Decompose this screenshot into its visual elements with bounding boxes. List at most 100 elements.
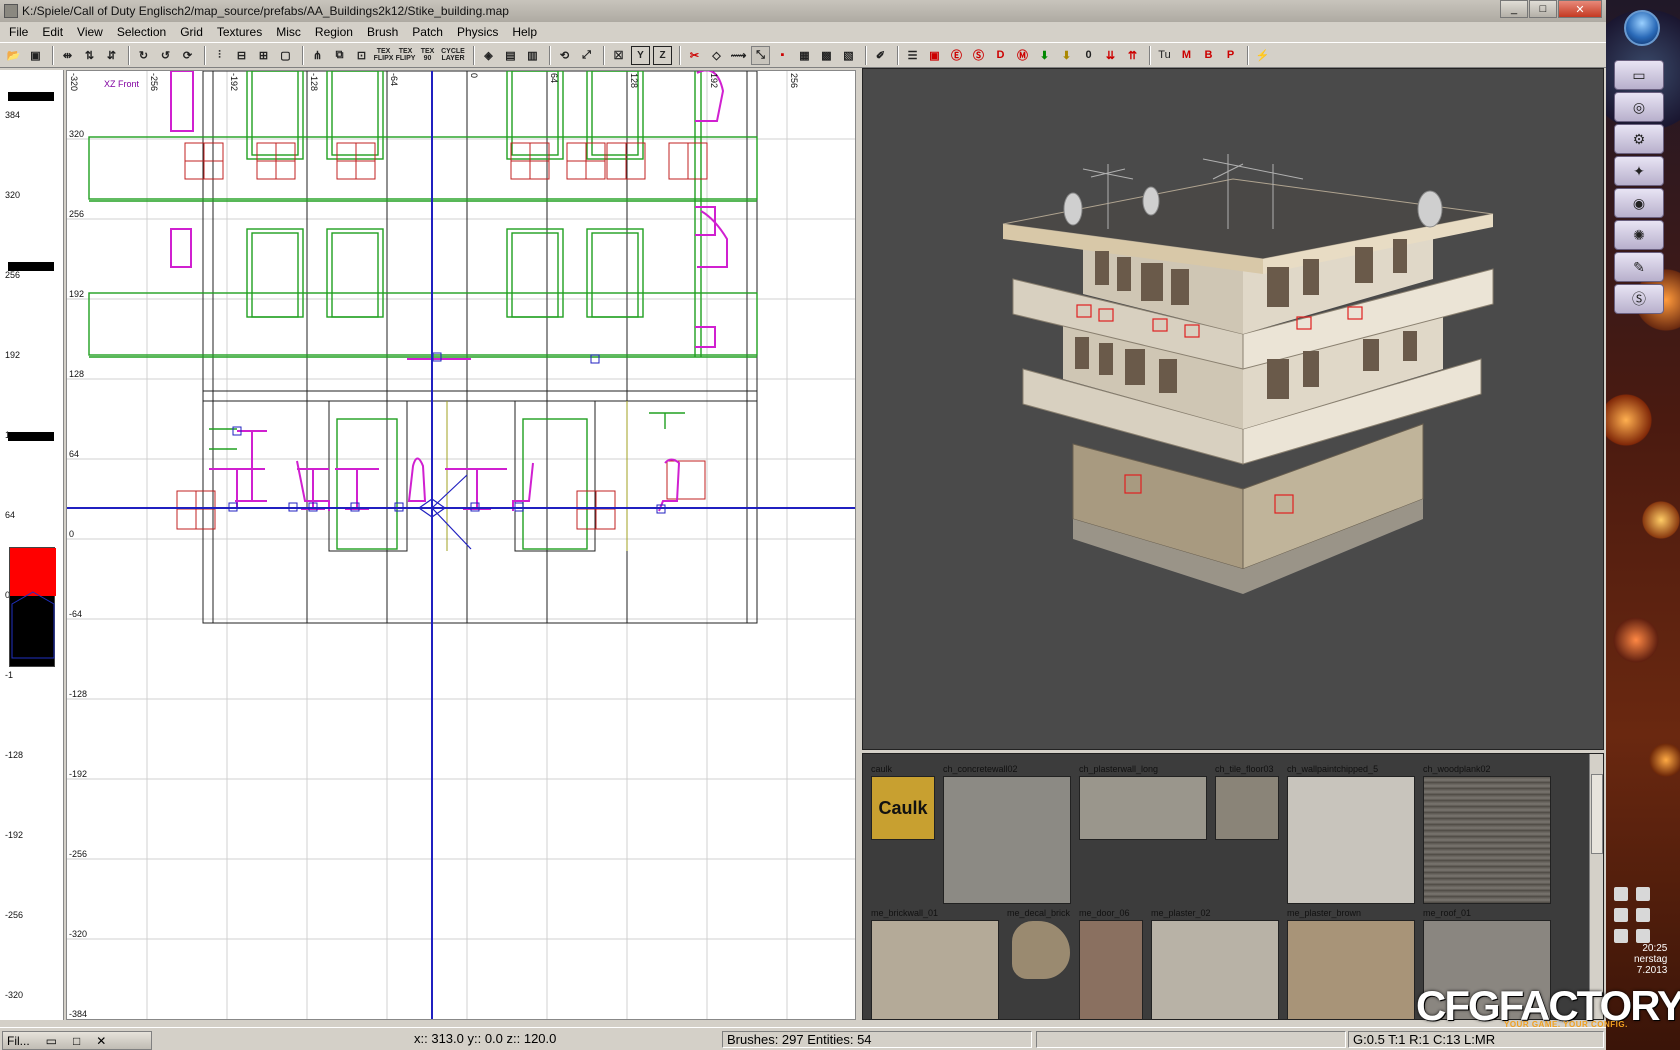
pinned-app-icon[interactable]: ▭ bbox=[1614, 60, 1664, 90]
tray-arrow-icon[interactable] bbox=[1614, 887, 1628, 901]
cube-clip-icon[interactable]: ⟲ bbox=[555, 46, 574, 65]
menu-patch[interactable]: Patch bbox=[412, 25, 443, 39]
arrow-down-gold-icon[interactable]: ⬇ bbox=[1057, 46, 1076, 65]
view-entity-icon[interactable]: ▤ bbox=[501, 46, 520, 65]
tray-shield-icon[interactable] bbox=[1614, 908, 1628, 922]
arrows-icon[interactable]: ⇊ bbox=[1101, 46, 1120, 65]
tray-volume-icon[interactable] bbox=[1636, 929, 1650, 943]
clock[interactable]: 20:25 nerstag 7.2013 bbox=[1634, 943, 1667, 976]
texture-browser[interactable]: caulk Caulk ch_concretewall02 ch_plaster… bbox=[862, 753, 1604, 1020]
z-marker bbox=[8, 92, 54, 101]
tu-button[interactable]: Tu bbox=[1155, 46, 1174, 65]
patch-icon[interactable]: ◇ bbox=[707, 46, 726, 65]
entity-list-icon[interactable]: ☰ bbox=[903, 46, 922, 65]
menu-selection[interactable]: Selection bbox=[117, 25, 166, 39]
filter-d-button[interactable]: D bbox=[991, 46, 1010, 65]
tray-display-icon[interactable] bbox=[1614, 929, 1628, 943]
grid-snap-icon[interactable]: ▧ bbox=[839, 46, 858, 65]
building-render[interactable] bbox=[863, 69, 1605, 751]
hollow-icon[interactable]: ▢ bbox=[276, 46, 295, 65]
xz-view-canvas[interactable]: -320 -256 -192 -128 -64 0 64 128 192 256… bbox=[67, 71, 856, 1020]
zero-button[interactable]: 0 bbox=[1079, 46, 1098, 65]
tray-network-icon[interactable] bbox=[1636, 887, 1650, 901]
xz-front-view[interactable]: -320 -256 -192 -128 -64 0 64 128 192 256… bbox=[66, 70, 856, 1020]
menu-misc[interactable]: Misc bbox=[276, 25, 301, 39]
filter-a-icon[interactable]: ▣ bbox=[925, 46, 944, 65]
drop-entity-icon[interactable]: ✂ bbox=[685, 46, 704, 65]
filter-e-icon[interactable]: Ⓔ bbox=[947, 46, 966, 65]
chrome-icon[interactable]: ◎ bbox=[1614, 92, 1664, 122]
menu-region[interactable]: Region bbox=[315, 25, 353, 39]
flip-x-icon[interactable]: ⇹ bbox=[58, 46, 77, 65]
camera-icon[interactable] bbox=[417, 474, 472, 550]
rotate-z-icon[interactable]: ⟳ bbox=[178, 46, 197, 65]
p-button[interactable]: P bbox=[1221, 46, 1240, 65]
cycle-layer-button[interactable]: CYCLE LAYER bbox=[440, 46, 466, 65]
vertex-edit-icon[interactable]: ⋔ bbox=[308, 46, 327, 65]
app-pencil-icon[interactable]: ✎ bbox=[1614, 252, 1664, 282]
b-button[interactable]: B bbox=[1199, 46, 1218, 65]
paint-icon[interactable]: ✐ bbox=[871, 46, 890, 65]
minimize-button[interactable]: _ bbox=[1500, 0, 1528, 18]
texture-scrollbar[interactable] bbox=[1589, 754, 1603, 1019]
filter-red-icon[interactable]: ▪ bbox=[773, 46, 792, 65]
filter-s-icon[interactable]: Ⓢ bbox=[969, 46, 988, 65]
app-icon[interactable] bbox=[4, 4, 18, 18]
arrows-2-icon[interactable]: ⇈ bbox=[1123, 46, 1142, 65]
filter-m-icon[interactable]: Ⓜ bbox=[1013, 46, 1032, 65]
steam-icon[interactable]: ⚙ bbox=[1614, 124, 1664, 154]
menu-help[interactable]: Help bbox=[512, 25, 537, 39]
app-star-icon[interactable]: ✦ bbox=[1614, 156, 1664, 186]
scrollbar-thumb[interactable] bbox=[1591, 774, 1603, 854]
m-button[interactable]: M bbox=[1177, 46, 1196, 65]
menu-grid[interactable]: Grid bbox=[180, 25, 203, 39]
clipper-icon[interactable]: ⫶ bbox=[210, 46, 229, 65]
open-icon[interactable]: 📂 bbox=[4, 46, 23, 65]
menu-edit[interactable]: Edit bbox=[42, 25, 63, 39]
view-y-button[interactable]: Y bbox=[631, 45, 650, 65]
texture-lock-icon[interactable]: ⧉ bbox=[330, 46, 349, 65]
z-ruler[interactable]: 384 320 256 192 1 64 0 -1 -128 -192 -256… bbox=[0, 70, 64, 1020]
view-x-icon[interactable]: ☒ bbox=[609, 46, 628, 65]
menu-physics[interactable]: Physics bbox=[457, 25, 498, 39]
windows-start-orb-icon[interactable] bbox=[1624, 10, 1660, 46]
plugin-icon[interactable]: ⚡ bbox=[1253, 46, 1272, 65]
camera-3d-view[interactable] bbox=[862, 68, 1604, 750]
tex-flip-y-button[interactable]: TEX FLIPY bbox=[396, 46, 416, 65]
select-region-icon[interactable]: ⊡ bbox=[352, 46, 371, 65]
arrow-down-green-icon[interactable]: ⬇ bbox=[1035, 46, 1054, 65]
view-texture-icon[interactable]: ▥ bbox=[523, 46, 542, 65]
maximize-icon[interactable]: □ bbox=[73, 1034, 80, 1048]
rotate-x-icon[interactable]: ↻ bbox=[134, 46, 153, 65]
view-z-button[interactable]: Z bbox=[653, 45, 672, 65]
save-icon[interactable]: ▣ bbox=[26, 46, 45, 65]
csg-subtract-icon[interactable]: ⊟ bbox=[232, 46, 251, 65]
z-camera-indicator[interactable] bbox=[9, 547, 56, 667]
edge-tool-icon[interactable]: ⤡ bbox=[751, 45, 770, 65]
tex-flip-x-button[interactable]: TEX FLIPX bbox=[374, 46, 394, 65]
menu-textures[interactable]: Textures bbox=[217, 25, 262, 39]
tex-90-button[interactable]: TEX 90 bbox=[418, 46, 437, 65]
close-icon[interactable]: ✕ bbox=[96, 1034, 106, 1048]
maximize-button[interactable]: □ bbox=[1529, 0, 1557, 18]
app-disc-icon[interactable]: ◉ bbox=[1614, 188, 1664, 218]
menu-view[interactable]: View bbox=[77, 25, 103, 39]
lock-icon[interactable]: ▦ bbox=[795, 46, 814, 65]
taskbar-item[interactable]: Fil... ▭ □ ✕ bbox=[2, 1031, 152, 1050]
camera-move-icon[interactable]: ▩ bbox=[817, 46, 836, 65]
title-bar[interactable]: K:/Spiele/Call of Duty Englisch2/map_sou… bbox=[0, 0, 1606, 22]
skype-icon[interactable]: Ⓢ bbox=[1614, 284, 1664, 314]
close-button[interactable]: ✕ bbox=[1558, 0, 1602, 18]
menu-brush[interactable]: Brush bbox=[367, 25, 398, 39]
csg-merge-icon[interactable]: ⊞ bbox=[254, 46, 273, 65]
rotate-y-icon[interactable]: ↺ bbox=[156, 46, 175, 65]
flip-y-icon[interactable]: ⇅ bbox=[80, 46, 99, 65]
view-swap-icon[interactable]: ⤢ bbox=[577, 46, 596, 65]
menu-file[interactable]: File bbox=[9, 25, 28, 39]
flip-z-icon[interactable]: ⇵ bbox=[102, 46, 121, 65]
view-camera-icon[interactable]: ◈ bbox=[479, 46, 498, 65]
radiant-icon[interactable]: ✺ bbox=[1614, 220, 1664, 250]
restore-icon[interactable]: ▭ bbox=[46, 1034, 57, 1048]
tray-monitor-icon[interactable] bbox=[1636, 908, 1650, 922]
curve-icon[interactable]: ⟿ bbox=[729, 46, 748, 65]
